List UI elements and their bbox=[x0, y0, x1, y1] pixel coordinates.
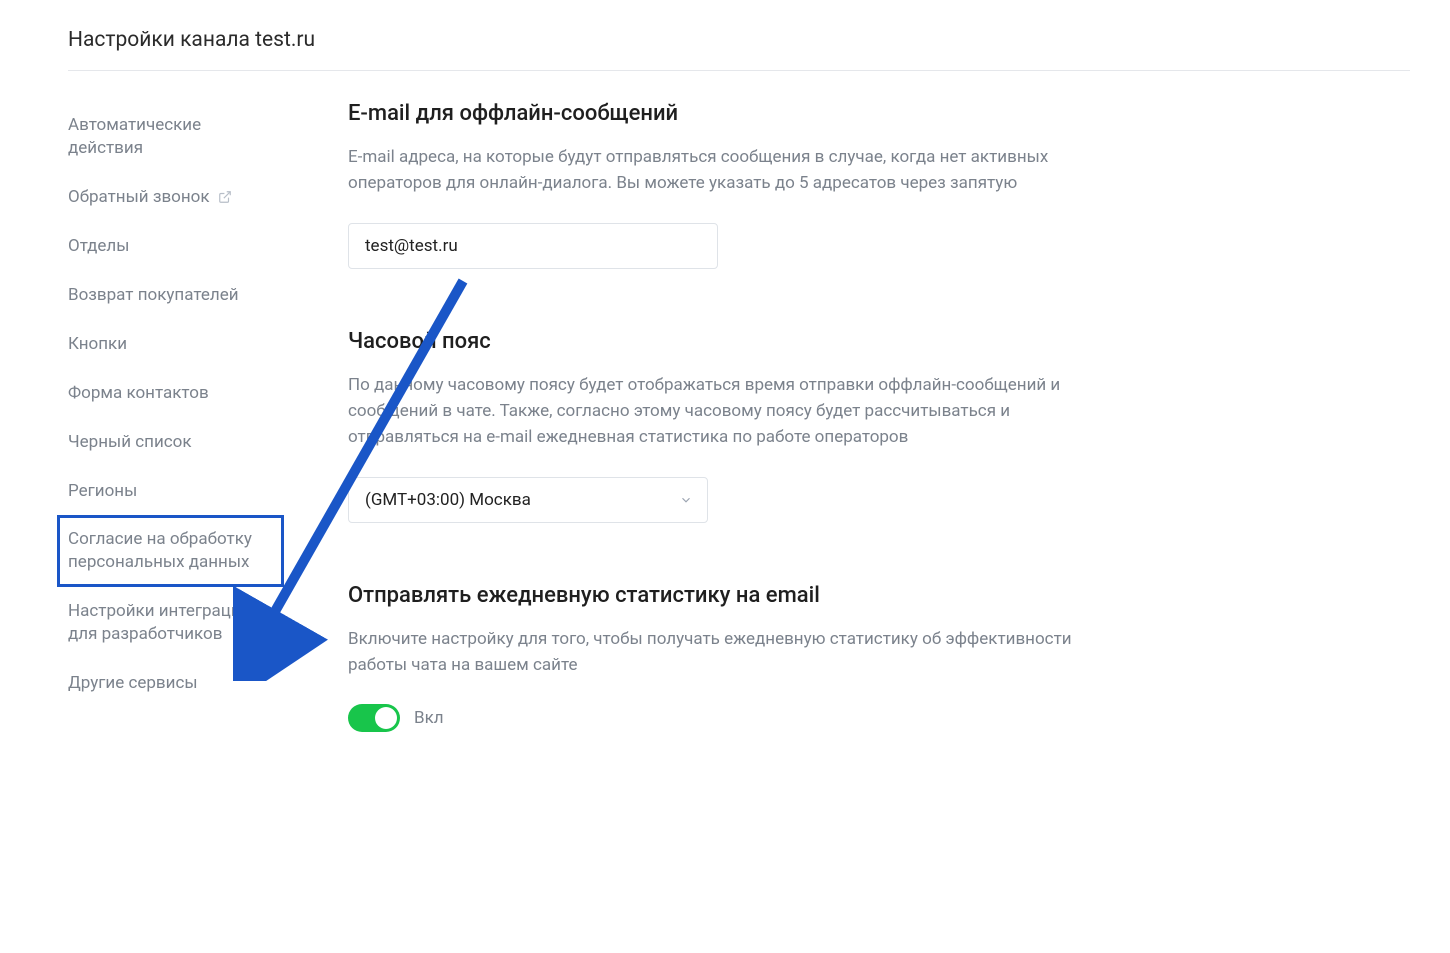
section-email: E-mail для оффлайн-сообщений E-mail адре… bbox=[348, 101, 1118, 269]
main-content: E-mail для оффлайн-сообщений E-mail адре… bbox=[348, 101, 1118, 792]
sidebar-item-label: Кнопки bbox=[68, 333, 127, 356]
sidebar-item-9[interactable]: Настройки интеграции для разработчиков bbox=[68, 587, 278, 659]
sidebar-item-0[interactable]: Автоматические действия bbox=[68, 101, 278, 173]
stats-toggle[interactable] bbox=[348, 704, 400, 732]
sidebar-item-1[interactable]: Обратный звонок bbox=[68, 173, 278, 222]
sidebar-item-label: Другие сервисы bbox=[68, 672, 198, 695]
sidebar-item-label: Возврат покупателей bbox=[68, 284, 239, 307]
section-timezone: Часовой пояс По данному часовому поясу б… bbox=[348, 329, 1118, 523]
sidebar-item-label: Согласие на обработку персональных данны… bbox=[68, 528, 273, 574]
sidebar-item-label: Обратный звонок bbox=[68, 186, 210, 209]
sidebar-item-5[interactable]: Форма контактов bbox=[68, 369, 278, 418]
sidebar-item-4[interactable]: Кнопки bbox=[68, 320, 278, 369]
toggle-knob bbox=[375, 707, 397, 729]
sidebar-item-8[interactable]: Согласие на обработку персональных данны… bbox=[57, 515, 284, 587]
section-stats: Отправлять ежедневную статистику на emai… bbox=[348, 583, 1118, 733]
sidebar-item-3[interactable]: Возврат покупателей bbox=[68, 271, 278, 320]
external-link-icon bbox=[218, 190, 232, 204]
sidebar-item-6[interactable]: Черный список bbox=[68, 418, 278, 467]
sidebar-item-2[interactable]: Отделы bbox=[68, 222, 278, 271]
sidebar: Автоматические действия Обратный звонок От… bbox=[68, 101, 278, 792]
section-email-desc: E-mail адреса, на которые будут отправля… bbox=[348, 144, 1118, 197]
section-timezone-desc: По данному часовому поясу будет отобража… bbox=[348, 372, 1118, 451]
email-input[interactable] bbox=[348, 223, 718, 269]
sidebar-item-label: Черный список bbox=[68, 431, 192, 454]
chevron-down-icon bbox=[679, 493, 693, 507]
section-stats-title: Отправлять ежедневную статистику на emai… bbox=[348, 583, 1118, 608]
section-stats-desc: Включите настройку для того, чтобы получ… bbox=[348, 626, 1118, 679]
sidebar-item-7[interactable]: Регионы bbox=[68, 467, 278, 516]
sidebar-item-label: Автоматические действия bbox=[68, 114, 278, 160]
timezone-select-value: (GMT+03:00) Москва bbox=[365, 490, 531, 510]
sidebar-item-label: Настройки интеграции для разработчиков bbox=[68, 600, 278, 646]
section-timezone-title: Часовой пояс bbox=[348, 329, 1118, 354]
sidebar-item-10[interactable]: Другие сервисы bbox=[68, 659, 278, 708]
sidebar-item-label: Форма контактов bbox=[68, 382, 209, 405]
divider bbox=[68, 70, 1410, 71]
section-email-title: E-mail для оффлайн-сообщений bbox=[348, 101, 1118, 126]
sidebar-item-label: Регионы bbox=[68, 480, 137, 503]
timezone-select[interactable]: (GMT+03:00) Москва bbox=[348, 477, 708, 523]
page-title: Настройки канала test.ru bbox=[68, 28, 1410, 70]
sidebar-item-label: Отделы bbox=[68, 235, 129, 258]
stats-toggle-label: Вкл bbox=[414, 708, 444, 728]
